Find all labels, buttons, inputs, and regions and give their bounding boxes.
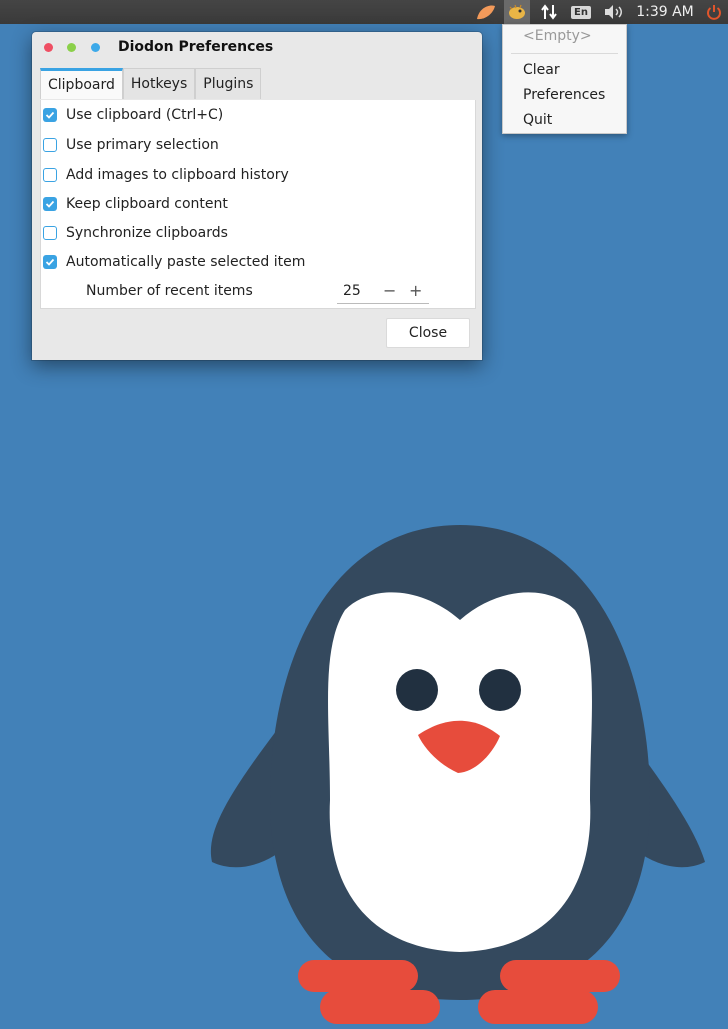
tab-clipboard[interactable]: Clipboard: [40, 68, 123, 99]
menu-item-clear[interactable]: Clear: [523, 62, 560, 78]
option-synchronize-clipboards[interactable]: Synchronize clipboards: [43, 223, 228, 243]
recent-items-value[interactable]: 25: [343, 283, 361, 299]
checkbox-unchecked[interactable]: [43, 138, 57, 152]
diodon-icon[interactable]: [504, 0, 530, 24]
tab-hotkeys[interactable]: Hotkeys: [122, 68, 196, 99]
recent-items-spinbutton[interactable]: 25 − +: [337, 281, 429, 304]
dialog-titlebar[interactable]: Diodon Preferences: [32, 32, 482, 66]
penguin-icon: [210, 525, 705, 1024]
option-label: Keep clipboard content: [66, 196, 228, 212]
close-button[interactable]: Close: [386, 318, 470, 348]
orange-slice-icon[interactable]: [474, 0, 498, 24]
menu-separator: [511, 53, 618, 54]
clipboard-tab-panel: Use clipboard (Ctrl+C) Use primary selec…: [40, 100, 476, 309]
keyboard-layout-indicator[interactable]: En: [570, 0, 592, 24]
option-keep-clipboard-content[interactable]: Keep clipboard content: [43, 194, 228, 214]
minimize-window-button[interactable]: [67, 43, 76, 52]
checkbox-checked[interactable]: [43, 108, 57, 122]
checkbox-checked[interactable]: [43, 197, 57, 211]
clock[interactable]: 1:39 AM: [634, 0, 696, 24]
option-use-clipboard[interactable]: Use clipboard (Ctrl+C): [43, 105, 223, 125]
checkbox-unchecked[interactable]: [43, 226, 57, 240]
volume-icon[interactable]: [602, 0, 626, 24]
preferences-dialog: Diodon Preferences Clipboard Hotkeys Plu…: [32, 32, 482, 360]
power-icon[interactable]: [704, 0, 724, 24]
option-label: Use primary selection: [66, 137, 219, 153]
menu-item-preferences[interactable]: Preferences: [523, 87, 605, 103]
option-label: Add images to clipboard history: [66, 167, 289, 183]
menu-item-quit[interactable]: Quit: [523, 112, 552, 128]
option-use-primary-selection[interactable]: Use primary selection: [43, 135, 219, 155]
option-label: Use clipboard (Ctrl+C): [66, 107, 224, 123]
checkbox-unchecked[interactable]: [43, 168, 57, 182]
diodon-menu: <Empty> Clear Preferences Quit: [502, 24, 627, 134]
option-label: Automatically paste selected item: [66, 254, 306, 270]
option-add-images[interactable]: Add images to clipboard history: [43, 165, 289, 185]
dialog-title: Diodon Preferences: [118, 39, 274, 55]
network-icon[interactable]: [538, 0, 560, 24]
keyboard-layout-label: En: [571, 5, 591, 19]
option-label: Synchronize clipboards: [66, 225, 228, 241]
tab-bar: Clipboard Hotkeys Plugins: [40, 68, 262, 100]
increment-button[interactable]: +: [409, 281, 422, 300]
maximize-window-button[interactable]: [91, 43, 100, 52]
top-panel: En 1:39 AM: [0, 0, 728, 24]
menu-item-empty: <Empty>: [523, 28, 592, 44]
recent-items-label: Number of recent items: [86, 283, 253, 299]
checkbox-checked[interactable]: [43, 255, 57, 269]
close-window-button[interactable]: [44, 43, 53, 52]
option-auto-paste[interactable]: Automatically paste selected item: [43, 252, 305, 272]
tab-plugins[interactable]: Plugins: [195, 68, 262, 99]
decrement-button[interactable]: −: [383, 281, 396, 300]
